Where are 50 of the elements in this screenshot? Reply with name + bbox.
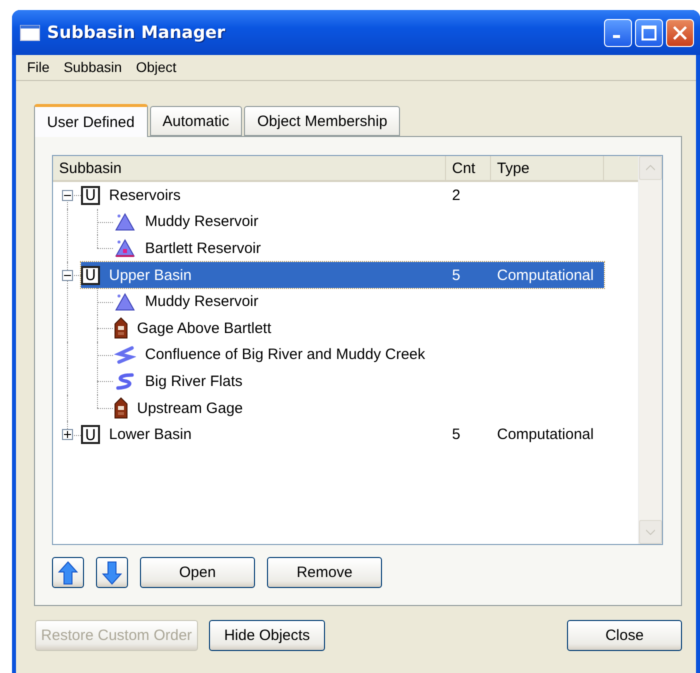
object-name[interactable]: Confluence of Big River and Muddy Creek [145,346,426,364]
menu-item[interactable]: Subbasin [64,59,122,76]
object-name[interactable]: Muddy Reservoir [145,293,258,310]
column-header[interactable]: Subbasin [53,156,446,180]
maximize-button[interactable] [635,18,663,46]
tree-row[interactable]: U Reservoirs 2 [81,182,604,209]
object-name[interactable]: Gage Above Bartlett [137,320,272,337]
column-header[interactable]: Cnt [446,156,491,180]
dialog-button[interactable]: Hide Objects [209,620,325,651]
menu-item[interactable]: File [27,59,50,76]
dialog-button[interactable]: Close [567,620,682,651]
group-icon: U [81,266,100,285]
house-icon [114,397,128,420]
maximize-icon[interactable] [641,24,657,40]
object-name[interactable]: Bartlett Reservoir [145,240,261,257]
menu-item[interactable]: Object [136,59,176,76]
action-button[interactable]: Open [140,557,255,588]
object-name[interactable]: Big River Flats [145,372,243,390]
move-up-button[interactable] [52,557,84,588]
group-name: Lower Basin [109,426,192,444]
close-icon-button[interactable] [666,18,694,46]
group-name: Upper Basin [109,266,192,284]
count-cell-text: 5 [451,266,462,284]
minimize-button[interactable] [604,18,632,46]
house-icon [114,317,128,340]
object-name[interactable]: Muddy Reservoir [145,213,258,230]
move-down-button[interactable] [96,557,128,588]
zigzag-icon [114,344,136,365]
tree-row[interactable]: U Lower Basin 5 Computational [81,421,604,448]
window-title: Subbasin Manager [47,22,226,42]
action-button[interactable]: Remove [267,557,382,588]
group-icon: U [81,425,100,444]
group-icon: U [81,186,100,205]
triangle-icon [114,212,136,232]
window-icon [20,24,40,40]
close-icon[interactable] [672,24,688,40]
marked-triangle-icon [114,238,136,258]
tab[interactable]: User Defined [34,104,148,137]
column-header[interactable]: Type [491,156,604,180]
group-name: Reservoirs [109,186,181,204]
s-curve-icon [114,371,136,392]
object-name[interactable]: Upstream Gage [137,400,243,417]
type-cell-text: Computational [496,266,595,284]
tree-row[interactable]: U Upper Basin 5 Computational [81,262,604,288]
type-cell-text: Computational [496,426,595,444]
tab[interactable]: Automatic [150,106,242,136]
triangle-icon [114,292,136,312]
count-cell-text: 2 [451,186,462,204]
tab[interactable]: Object Membership [244,106,400,136]
count-cell-text: 5 [451,426,462,444]
